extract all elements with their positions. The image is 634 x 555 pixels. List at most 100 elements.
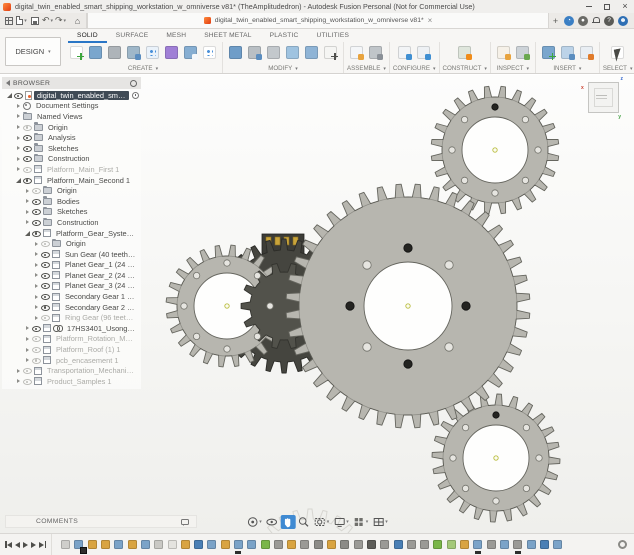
tree-item-sun-gear-40-teeth-1-1[interactable]: Sun Gear (40 teeth) (1) 1	[2, 249, 141, 260]
timeline-feature-11[interactable]	[192, 537, 205, 553]
modeling-canvas[interactable]: x z y BROWSER digital_twin_enabled_smart…	[0, 75, 634, 533]
timeline-feature-21[interactable]	[325, 537, 338, 553]
visibility-eye-icon[interactable]	[41, 304, 50, 311]
ribbon-tab-utilities[interactable]: UTILITIES	[307, 29, 358, 43]
revolve-button[interactable]	[105, 42, 124, 63]
tree-item-document-settings[interactable]: Document Settings	[2, 101, 141, 112]
tree-item-named-views[interactable]: Named Views	[2, 111, 141, 122]
ribbon-tab-surface[interactable]: SURFACE	[107, 29, 158, 43]
collapsed-arrow-icon[interactable]	[23, 348, 32, 352]
ribbon-group-label[interactable]: CREATE▾	[128, 65, 158, 72]
timeline-feature-33[interactable]	[485, 537, 498, 553]
bolt-hole[interactable]	[535, 147, 541, 153]
bolt-hole[interactable]	[404, 244, 412, 252]
ribbon-group-label[interactable]: MODIFY▾	[268, 65, 298, 72]
notifications-bell-icon[interactable]	[592, 17, 600, 25]
offset-face-button[interactable]	[302, 42, 321, 63]
collapsed-arrow-icon[interactable]	[14, 125, 23, 129]
visibility-eye-icon[interactable]	[32, 219, 41, 226]
collapsed-arrow-icon[interactable]	[32, 295, 41, 299]
move-copy-button[interactable]	[321, 42, 340, 63]
workspace-selector[interactable]: DESIGN ▾	[5, 37, 61, 66]
sweep-button[interactable]	[124, 42, 143, 63]
origin-center-mark[interactable]	[493, 148, 497, 152]
press-pull-button[interactable]	[226, 42, 245, 63]
timeline-feature-13[interactable]	[219, 537, 232, 553]
measure-button[interactable]	[494, 42, 513, 63]
bolt-hole[interactable]	[462, 485, 468, 491]
tree-item-secondary-gear-2-24-teeth[interactable]: Secondary Gear 2 (24 teeth...	[2, 302, 141, 313]
activate-component-radio[interactable]	[132, 92, 139, 99]
visibility-eye-icon[interactable]	[41, 282, 50, 289]
bolt-hole[interactable]	[181, 303, 187, 309]
timeline-settings-gear-icon[interactable]	[618, 540, 627, 549]
timeline-feature-36[interactable]	[524, 537, 537, 553]
shell-button[interactable]	[264, 42, 283, 63]
timeline-feature-6[interactable]	[125, 537, 138, 553]
bolt-hole[interactable]	[346, 302, 354, 310]
hole-button[interactable]	[181, 42, 200, 63]
visibility-eye-icon[interactable]	[32, 346, 41, 353]
timeline-feature-32[interactable]	[471, 537, 484, 553]
bolt-hole[interactable]	[363, 343, 371, 351]
timeline-feature-28[interactable]	[418, 537, 431, 553]
tree-item-origin[interactable]: Origin	[2, 185, 141, 196]
job-status-icon[interactable]: ◔	[564, 16, 574, 26]
tree-item-sketches[interactable]: Sketches	[2, 207, 141, 218]
timeline-feature-37[interactable]	[538, 537, 551, 553]
expanded-arrow-icon[interactable]	[14, 178, 23, 183]
timeline-feature-17[interactable]	[272, 537, 285, 553]
timeline-feature-22[interactable]	[338, 537, 351, 553]
timeline-feature-24[interactable]	[365, 537, 378, 553]
collapsed-arrow-icon[interactable]	[32, 273, 41, 277]
profile-avatar[interactable]: ☻	[618, 16, 628, 26]
timeline-feature-26[interactable]	[391, 537, 404, 553]
insert-mesh-button[interactable]	[577, 42, 596, 63]
timeline-feature-20[interactable]	[312, 537, 325, 553]
tree-item-digital-twin-enabled-smart-sh[interactable]: digital_twin_enabled_smart_sh...	[2, 90, 141, 101]
timeline-feature-1[interactable]	[59, 537, 72, 553]
bolt-hole[interactable]	[363, 261, 371, 269]
tree-item-origin[interactable]: Origin	[2, 238, 141, 249]
tree-item-17hs3401-usongshine-v[interactable]: 17HS3401_Usongshine v...	[2, 323, 141, 334]
timeline-feature-19[interactable]	[298, 537, 311, 553]
collapsed-arrow-icon[interactable]	[23, 199, 32, 203]
tree-item-construction[interactable]: Construction	[2, 154, 141, 165]
ribbon-tab-solid[interactable]: SOLID	[68, 29, 107, 43]
grid-settings-tool-button[interactable]: ▾	[351, 515, 370, 529]
timeline-feature-12[interactable]	[205, 537, 218, 553]
fillet-button[interactable]	[245, 42, 264, 63]
ribbon-group-label[interactable]: CONFIGURE▾	[393, 65, 436, 72]
collapsed-arrow-icon[interactable]	[32, 252, 41, 256]
tree-item-pcb-encasement-1[interactable]: pcb_encasement 1	[2, 355, 141, 366]
ribbon-tab-sheet-metal[interactable]: SHEET METAL	[195, 29, 260, 43]
collapsed-arrow-icon[interactable]	[32, 263, 41, 267]
origin-center-mark[interactable]	[225, 304, 229, 308]
timeline-feature-15[interactable]	[245, 537, 258, 553]
collapsed-arrow-icon[interactable]	[14, 146, 23, 150]
bolt-hole[interactable]	[404, 360, 412, 368]
tree-item-planet-gear-3-24-teeth-1[interactable]: Planet Gear_3 (24 teeth) (1...	[2, 281, 141, 292]
visibility-eye-icon[interactable]	[23, 177, 32, 184]
visibility-eye-icon[interactable]	[32, 198, 41, 205]
home-tab[interactable]: ⌂	[69, 13, 87, 28]
step-back-button[interactable]	[15, 542, 20, 548]
bolt-hole[interactable]	[492, 190, 498, 196]
tree-item-planet-gear-2-24-teeth-1[interactable]: Planet Gear_2 (24 teeth) (1...	[2, 270, 141, 281]
bolt-hole[interactable]	[523, 424, 529, 430]
pan-tool-button[interactable]	[280, 515, 295, 529]
timeline-feature-30[interactable]	[445, 537, 458, 553]
sync-status-icon[interactable]: ●	[578, 16, 588, 26]
timeline-feature-7[interactable]	[139, 537, 152, 553]
visibility-eye-icon[interactable]	[14, 92, 23, 99]
bolt-hole[interactable]	[254, 272, 260, 278]
collapse-panel-icon[interactable]	[6, 80, 10, 86]
bolt-hole[interactable]	[493, 498, 499, 504]
create-sketch-button[interactable]	[67, 42, 86, 63]
bolt-hole[interactable]	[461, 116, 467, 122]
visibility-eye-icon[interactable]	[32, 325, 41, 332]
bolt-hole[interactable]	[224, 260, 230, 266]
bolt-hole[interactable]	[254, 333, 260, 339]
tree-item-secondary-gear-1-24-teeth[interactable]: Secondary Gear 1 (24 teeth...	[2, 291, 141, 302]
collapsed-arrow-icon[interactable]	[14, 157, 23, 161]
